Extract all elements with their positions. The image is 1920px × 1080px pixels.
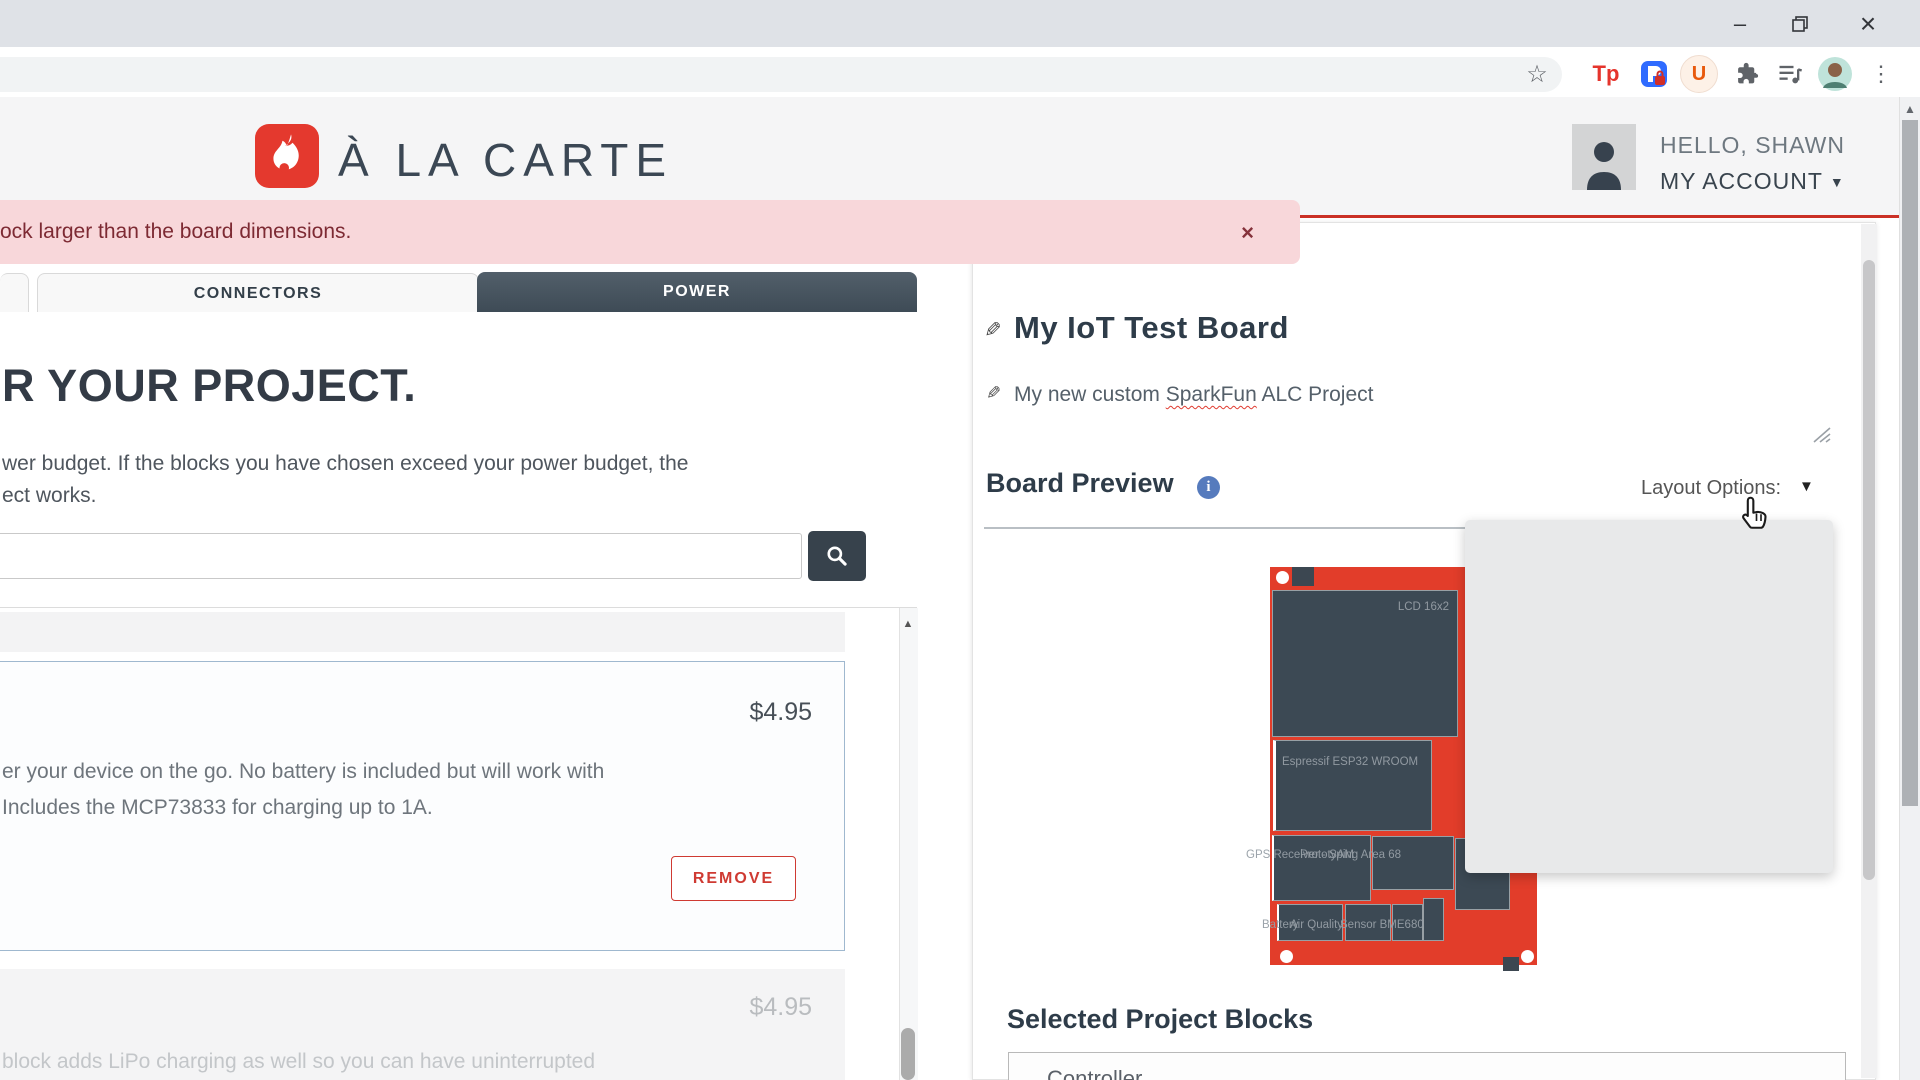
project-description[interactable]: My new custom SparkFun ALC Project <box>1014 383 1374 407</box>
board-component <box>1292 567 1314 586</box>
tab-power-label: POWER <box>663 283 731 301</box>
alert-message: ock larger than the board dimensions. <box>0 220 351 244</box>
window-minimize-button[interactable]: – <box>1712 0 1768 47</box>
password-shield-icon <box>1638 58 1670 90</box>
block-lcd[interactable]: LCD 16x2 <box>1272 590 1458 737</box>
page-title: R YOUR PROJECT. <box>2 360 416 412</box>
block-description-line1: er your device on the go. No battery is … <box>2 760 604 784</box>
url-bar[interactable] <box>0 57 1562 92</box>
my-account-menu[interactable]: MY ACCOUNT ▼ <box>1660 168 1845 195</box>
block-prototyping-label: Prototyping Area 68 <box>1300 849 1401 861</box>
card-list-divider <box>0 607 917 608</box>
remove-button-label: REMOVE <box>693 870 774 888</box>
window-titlebar <box>0 0 1920 47</box>
search-button[interactable] <box>808 531 866 581</box>
extension-tp-button[interactable]: Tp <box>1586 58 1626 90</box>
browser-profile-avatar[interactable] <box>1814 58 1856 90</box>
extension-password-button[interactable] <box>1634 58 1674 90</box>
project-panel-scrollbar-thumb[interactable] <box>1863 260 1875 880</box>
page-scrollbar-thumb[interactable] <box>1902 120 1918 806</box>
tp-icon: Tp <box>1593 61 1620 87</box>
block-esp32[interactable]: Espressif ESP32 WROOM <box>1273 740 1432 831</box>
description-sparkfun: SparkFun <box>1166 383 1257 406</box>
intro-text-line2: ect works. <box>2 484 97 508</box>
alert-close-button[interactable]: × <box>1241 220 1254 246</box>
scroll-up-arrow-icon[interactable]: ▲ <box>901 618 915 630</box>
app-window: – × ☆ Tp U <box>0 0 1920 1080</box>
person-icon <box>1579 134 1629 190</box>
restore-icon <box>1790 14 1810 34</box>
site-logo-text: À LA CARTE <box>338 133 673 187</box>
mouse-cursor-hand <box>1737 494 1773 536</box>
puzzle-icon <box>1734 61 1760 87</box>
block-lcd-label: LCD 16x2 <box>1398 601 1449 613</box>
u-letter: U <box>1692 63 1706 86</box>
card-list-scrollbar[interactable] <box>899 608 918 1080</box>
window-restore-button[interactable] <box>1772 0 1828 47</box>
star-icon: ☆ <box>1526 60 1548 89</box>
tab-power[interactable]: POWER <box>477 272 917 312</box>
block-price: $4.95 <box>600 698 812 727</box>
block-bottom-4[interactable] <box>1423 898 1444 941</box>
card-previous-partial <box>0 612 845 652</box>
account-greeting: HELLO, SHAWN <box>1660 132 1845 159</box>
standoff-hole <box>1276 571 1289 584</box>
intro-text-line1: wer budget. If the blocks you have chose… <box>2 452 688 476</box>
board-component <box>1503 957 1519 971</box>
playlist-music-icon <box>1776 60 1804 88</box>
layout-options-popup <box>1465 520 1833 873</box>
edit-board-name-icon[interactable]: ✎ <box>984 318 1002 343</box>
remove-button[interactable]: REMOVE <box>671 856 796 901</box>
standoff-hole <box>1521 950 1534 963</box>
selected-block-controller: Controller <box>1047 1066 1142 1080</box>
resize-grip-icon[interactable] <box>1810 426 1834 444</box>
card-list-scrollbar-thumb[interactable] <box>901 1028 915 1080</box>
kebab-menu-icon: ⋮ <box>1870 61 1892 87</box>
block-price-next: $4.95 <box>600 993 812 1022</box>
sparkfun-logo[interactable] <box>255 124 319 188</box>
extensions-puzzle-button[interactable] <box>1728 58 1766 90</box>
u-circle-icon: U <box>1680 55 1718 93</box>
extension-u-button[interactable]: U <box>1678 58 1720 90</box>
block-search-input[interactable] <box>0 533 802 579</box>
window-close-button[interactable]: × <box>1840 0 1896 47</box>
board-preview-title: Board Preview <box>986 468 1174 499</box>
description-rest: ALC Project <box>1257 383 1374 406</box>
account-avatar[interactable] <box>1572 124 1636 190</box>
block-esp32-label: Espressif ESP32 WROOM <box>1282 756 1418 768</box>
browser-menu-button[interactable]: ⋮ <box>1866 58 1896 90</box>
chevron-down-icon: ▼ <box>1830 174 1845 190</box>
flame-icon <box>265 132 309 180</box>
bookmark-star-button[interactable]: ☆ <box>1520 58 1554 90</box>
standoff-hole <box>1280 950 1293 963</box>
tab-connectors[interactable]: CONNECTORS <box>37 273 479 313</box>
block-prototyping[interactable] <box>1372 836 1454 890</box>
block-gps[interactable] <box>1272 835 1371 901</box>
caret-down-icon[interactable]: ▼ <box>1799 478 1814 495</box>
profile-avatar-icon <box>1817 56 1853 92</box>
alert-banner: ock larger than the board dimensions. × <box>0 200 1300 264</box>
block-description-line2: Includes the MCP73833 for charging up to… <box>2 796 433 820</box>
search-icon <box>824 543 850 569</box>
info-icon[interactable]: i <box>1197 476 1220 499</box>
board-name[interactable]: My IoT Test Board <box>1014 310 1289 346</box>
tab-partial[interactable] <box>0 273 29 313</box>
close-icon: × <box>1860 8 1876 40</box>
block-description-next: block adds LiPo charging as well so you … <box>2 1050 595 1074</box>
selected-blocks-title: Selected Project Blocks <box>1007 1004 1313 1035</box>
minimize-icon: – <box>1734 11 1746 37</box>
description-prefix: My new custom <box>1014 383 1166 406</box>
edit-description-icon[interactable]: ✎ <box>986 383 1001 404</box>
tab-connectors-label: CONNECTORS <box>194 285 323 303</box>
page-scroll-up-icon[interactable]: ▲ <box>1903 102 1917 116</box>
playlist-button[interactable] <box>1770 58 1810 90</box>
my-account-label: MY ACCOUNT <box>1660 168 1823 194</box>
block-air-quality-label: Air Quality <box>1290 919 1343 931</box>
block-sensor-label: Sensor BME680 <box>1340 919 1424 931</box>
